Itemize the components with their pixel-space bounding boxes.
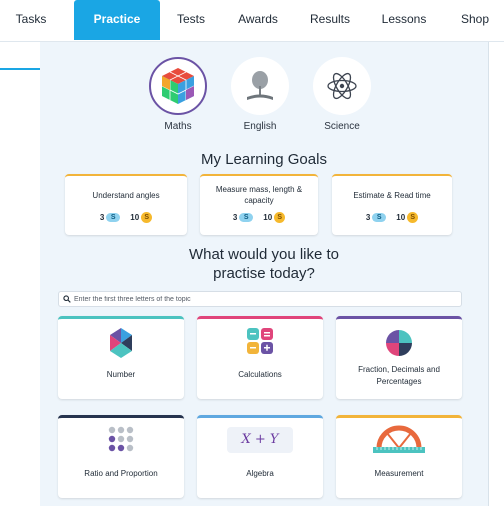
subject-label: English [243,121,277,132]
coin-count: 10 [263,213,273,222]
goal-title: Understand angles [92,190,160,200]
gold-coin-icon: S [274,212,286,223]
topic-title: Fraction, Decimals and Percentages [358,365,440,386]
rubik-cube-icon [149,57,207,115]
goal-title: Estimate & Read time [353,190,431,200]
gold-coin-icon: S [407,212,419,223]
tab-tasks[interactable]: Tasks [0,0,62,40]
practise-title-line: What would you like to [188,246,340,263]
topic-title: Measurement [374,469,424,478]
gold-coin-icon: S [141,212,153,223]
topic-title: Number [106,370,136,379]
tab-shop[interactable]: Shop [446,0,504,40]
topic-card-number[interactable]: Number [58,316,184,399]
goal-title: Measure mass, length & capacity [215,185,303,205]
algebra-icon: X + Y [197,427,323,453]
subject-science[interactable]: Science [312,57,372,132]
practise-title-line: practise today? [213,265,315,282]
number-icon [58,327,184,359]
topic-card-ratio[interactable]: Ratio and Proportion [58,415,184,498]
goal-card[interactable]: Measure mass, length & capacity 3 S 10 S [200,174,318,235]
goal-card[interactable]: Estimate & Read time 3 S 10 S [332,174,452,235]
subject-english[interactable]: English [230,57,290,132]
algebra-badge: X + Y [227,427,293,453]
subject-label: Maths [164,121,192,132]
goals-title: My Learning Goals [201,151,327,168]
coin-count: 10 [130,213,140,222]
goal-rewards: 3 S 10 S [332,212,452,223]
topic-card-algebra[interactable]: X + Y Algebra [197,415,323,498]
goal-rewards: 3 S 10 S [65,212,187,223]
protractor-ruler-icon [336,424,462,454]
topic-card-fractions[interactable]: Fraction, Decimals and Percentages [336,316,462,399]
blue-coin-icon: S [372,213,387,222]
topic-title: Calculations [238,370,282,379]
topic-title: Algebra [246,469,274,478]
topic-search[interactable] [58,291,462,307]
subject-maths[interactable]: Maths [148,57,208,132]
tab-lessons[interactable]: Lessons [366,0,442,40]
tab-practice[interactable]: Practice [74,0,160,40]
tab-results[interactable]: Results [296,0,364,40]
search-icon [63,295,71,303]
star-count: 3 [365,213,371,222]
search-input[interactable] [73,295,461,303]
topic-card-measurement[interactable]: Measurement [336,415,462,498]
star-count: 3 [99,213,105,222]
topic-card-calculations[interactable]: Calculations [197,316,323,399]
book-tree-icon [231,57,289,115]
pie-chart-icon [336,329,462,357]
top-nav: Tasks Practice Tests Awards Results Less… [0,0,504,42]
practise-title: What would you like to practise today? [40,245,488,283]
subject-label: Science [324,121,360,132]
tab-awards[interactable]: Awards [224,0,292,40]
blue-coin-icon: S [106,213,121,222]
blue-coin-icon: S [239,213,254,222]
calculations-icon [197,327,323,355]
topic-title: Ratio and Proportion [84,469,158,478]
dots-grid-icon [58,426,184,452]
goal-rewards: 3 S 10 S [200,212,318,223]
atom-icon [313,57,371,115]
accent-line [0,68,40,70]
panel-divider [488,42,489,506]
goal-card[interactable]: Understand angles 3 S 10 S [65,174,187,235]
coin-count: 10 [396,213,406,222]
star-count: 3 [232,213,238,222]
tab-tests[interactable]: Tests [160,0,222,40]
